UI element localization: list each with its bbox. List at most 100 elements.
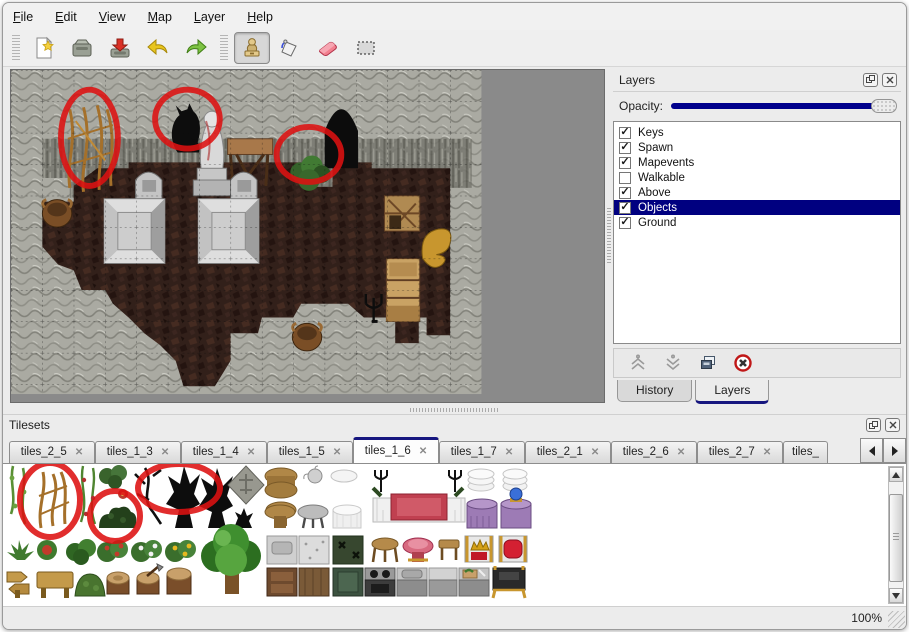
layer-row-spawn[interactable]: ✓ Spawn (614, 140, 900, 155)
tab-close-icon[interactable]: ✕ (75, 447, 83, 458)
stamp-tool-button[interactable] (234, 32, 270, 64)
layer-visibility-checkbox[interactable]: ✓ (619, 157, 631, 169)
select-tool-button[interactable] (348, 32, 384, 64)
tab-close-icon[interactable]: ✕ (763, 447, 771, 458)
tile-purple-table (467, 499, 497, 528)
tile-green-door (333, 568, 363, 596)
close-panel-button[interactable] (882, 73, 897, 87)
scrollbar-track[interactable] (889, 482, 903, 588)
tileset-tab-tiles_2_1[interactable]: tiles_2_1✕ (525, 441, 611, 463)
arrow-left-icon (868, 446, 876, 456)
tab-scroll-left-button[interactable] (860, 438, 883, 463)
undo-button[interactable] (140, 32, 176, 64)
layer-label: Spawn (638, 142, 673, 154)
map-canvas[interactable] (10, 69, 605, 403)
tab-close-icon[interactable]: ✕ (161, 447, 169, 458)
layer-visibility-checkbox[interactable]: ✓ (619, 187, 631, 199)
tile-stove-top (333, 536, 363, 564)
layer-visibility-checkbox[interactable]: ✓ (619, 217, 631, 229)
opacity-row: Opacity: (613, 96, 901, 116)
duplicate-layer-button[interactable] (698, 353, 718, 373)
tile-small-stool (439, 540, 459, 560)
layer-visibility-checkbox[interactable]: ✓ (619, 202, 631, 214)
layer-row-above[interactable]: ✓Above (614, 185, 900, 200)
layer-row-ground[interactable]: ✓Ground (614, 215, 900, 230)
tileset-tab-tiles_1_3[interactable]: tiles_1_3✕ (95, 441, 181, 463)
close-panel-button[interactable] (885, 418, 900, 432)
save-button[interactable] (102, 32, 138, 64)
layer-row-mapevents[interactable]: ✓Mapevents (614, 155, 900, 170)
toolbar-drag-handle[interactable] (220, 35, 228, 61)
tileset-view[interactable] (3, 463, 906, 606)
layer-row-objects[interactable]: ✓Objects (614, 200, 900, 215)
layer-visibility-checkbox[interactable]: ✓ (619, 142, 631, 154)
tab-close-icon[interactable]: ✕ (419, 446, 427, 457)
tileset-tab-tiles_2_7[interactable]: tiles_2_7 ✕ (697, 441, 783, 463)
open-button[interactable] (64, 32, 100, 64)
raise-layer-button[interactable] (628, 353, 648, 373)
lower-layer-button[interactable] (663, 353, 683, 373)
arrow-down-icon (892, 593, 900, 599)
map-view (11, 70, 604, 402)
resize-grip[interactable] (888, 611, 905, 628)
new-file-icon (32, 36, 56, 60)
menu-help[interactable]: Help (247, 10, 273, 24)
tilesets-panel-titlebar: Tilesets (3, 415, 906, 435)
tile-flower-bush-yellow (165, 540, 196, 562)
menu-edit[interactable]: Edit (55, 10, 77, 24)
tileset-tab-tiles_1_7[interactable]: tiles_1_7✕ (439, 441, 525, 463)
tab-scroll-right-button[interactable] (883, 438, 906, 463)
dock-tab-layers[interactable]: Layers (695, 380, 769, 404)
toolbar-drag-handle[interactable] (12, 35, 20, 61)
menu-view[interactable]: View (99, 10, 126, 24)
tileset-tab-label: tiles_1_5 (279, 446, 325, 458)
tab-close-icon[interactable]: ✕ (591, 447, 599, 458)
tile-stump (107, 572, 129, 594)
tileset-scrollbar[interactable] (888, 466, 904, 604)
tileset-tab-tiles_1_4[interactable]: tiles_1_4✕ (181, 441, 267, 463)
redo-icon (184, 36, 208, 60)
tab-close-icon[interactable]: ✕ (505, 447, 513, 458)
tab-close-icon[interactable]: ✕ (677, 447, 685, 458)
scroll-up-button[interactable] (889, 467, 903, 482)
new-button[interactable] (26, 32, 62, 64)
layer-label: Keys (638, 127, 664, 139)
tile-banquet-table (373, 470, 465, 522)
float-icon (869, 421, 878, 430)
vertical-splitter[interactable] (605, 67, 613, 405)
horizontal-splitter[interactable] (3, 405, 906, 414)
tileset-tab-tiles_2_6[interactable]: tiles_2_6✕ (611, 441, 697, 463)
layer-label: Walkable (638, 172, 685, 184)
menu-layer[interactable]: Layer (194, 10, 225, 24)
scroll-down-button[interactable] (889, 588, 903, 603)
tab-close-icon[interactable]: ✕ (333, 447, 341, 458)
layer-row-walkable[interactable]: Walkable (614, 170, 900, 185)
tileset-tab-tiles_1_5[interactable]: tiles_1_5 ✕ (267, 441, 353, 463)
delete-layer-button[interactable] (733, 353, 753, 373)
float-panel-button[interactable] (863, 73, 878, 87)
tileset-tab-tiles_2_5[interactable]: tiles_2_5✕ (9, 441, 95, 463)
opacity-slider[interactable] (671, 98, 897, 114)
layer-visibility-checkbox[interactable] (619, 172, 631, 184)
map-empty-area (481, 70, 604, 402)
dock-tab-history[interactable]: History (617, 380, 692, 402)
dock-tab-bar: HistoryLayers (613, 378, 901, 405)
tileset-tab-label: tiles_2_7 (709, 446, 755, 458)
scrollbar-thumb[interactable] (889, 494, 903, 582)
redo-button[interactable] (178, 32, 214, 64)
tileset-annotation-circle (20, 464, 80, 537)
tile-wood-table (265, 505, 295, 528)
status-bar: 100% (3, 606, 906, 629)
float-panel-button[interactable] (866, 418, 881, 432)
opacity-slider-thumb[interactable] (871, 99, 897, 113)
tile-flower-bush-white (131, 540, 162, 562)
menu-map[interactable]: Map (148, 10, 172, 24)
fill-tool-button[interactable] (272, 32, 308, 64)
layer-row-keys[interactable]: ✓ Keys (614, 125, 900, 140)
menu-file[interactable]: File (13, 10, 33, 24)
tab-close-icon[interactable]: ✕ (247, 447, 255, 458)
eraser-tool-button[interactable] (310, 32, 346, 64)
layer-visibility-checkbox[interactable]: ✓ (619, 127, 631, 139)
tileset-tab-tiles[interactable]: tiles_ (783, 441, 828, 463)
tileset-tab-tiles_1_6[interactable]: tiles_1_6✕ (353, 437, 439, 463)
